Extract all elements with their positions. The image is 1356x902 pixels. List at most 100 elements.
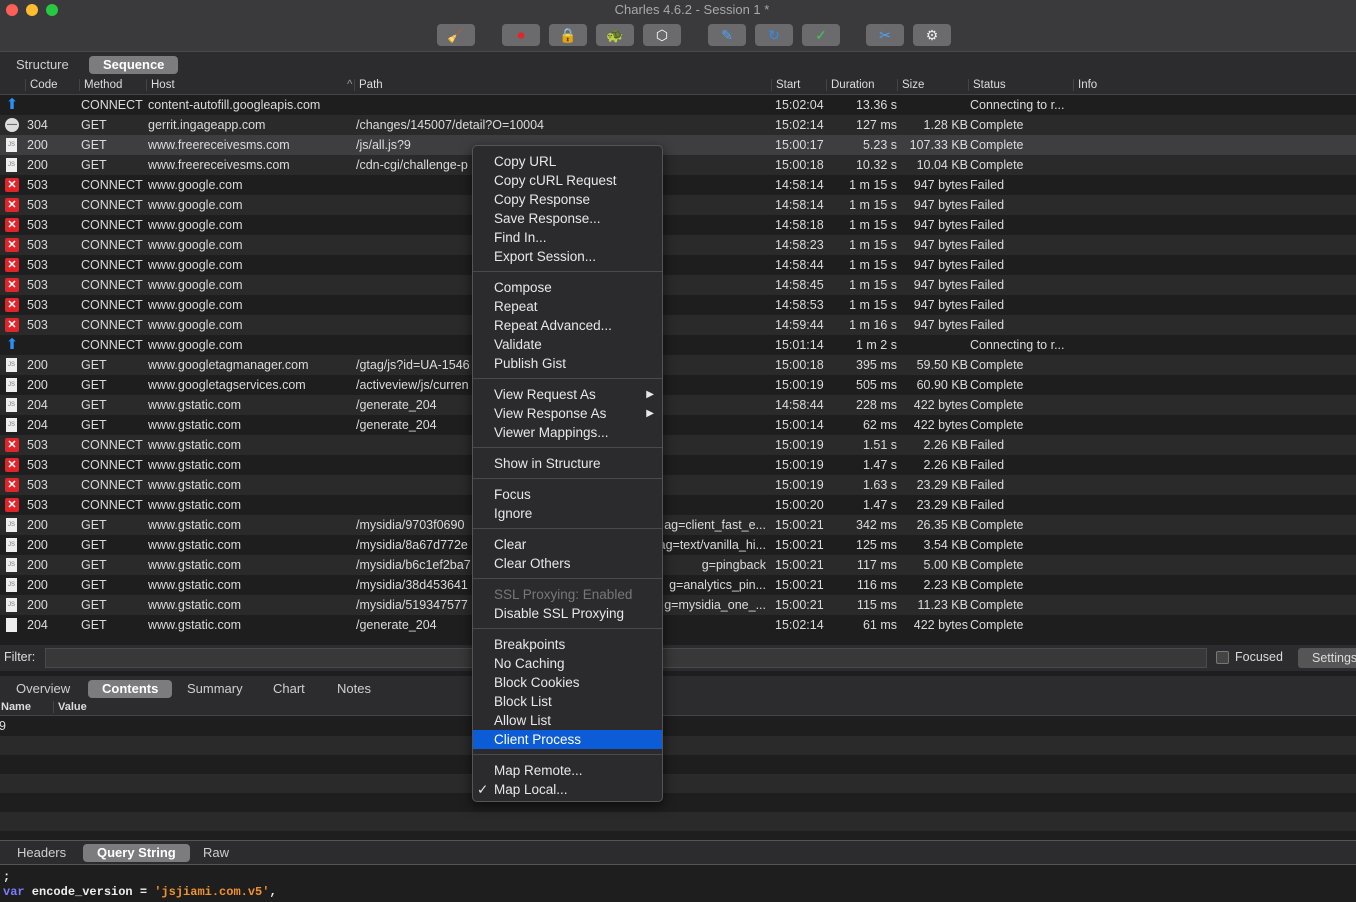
menu-item-client-process[interactable]: Client Process (473, 730, 662, 749)
cell-duration: 117 ms (856, 558, 897, 572)
record-button[interactable]: ⏺ (502, 24, 540, 46)
menu-item-repeat-advanced[interactable]: Repeat Advanced... (473, 316, 662, 335)
table-row[interactable]: JS 200 GET www.googletagservices.com/active… (0, 375, 1356, 395)
menu-item-copy-curl-request[interactable]: Copy cURL Request (473, 171, 662, 190)
menu-item-focus[interactable]: Focus (473, 485, 662, 504)
cell-duration: 1 m 16 s (849, 318, 897, 332)
col-status[interactable]: Status (968, 79, 1006, 91)
tab-summary[interactable]: Summary (173, 680, 257, 698)
table-row[interactable]: ✕ 503 CONNECT www.google.com 14:59:44 1 m 16 … (0, 315, 1356, 335)
menu-item-viewer-mappings[interactable]: Viewer Mappings... (473, 423, 662, 442)
menu-item-ignore[interactable]: Ignore (473, 504, 662, 523)
table-row[interactable]: JS 204 GET www.gstatic.com/generate_204 14:5… (0, 395, 1356, 415)
table-row[interactable]: JS 200 GET www.gstatic.com/mysidia/38d45364… (0, 575, 1356, 595)
menu-item-show-in-structure[interactable]: Show in Structure (473, 454, 662, 473)
js-file-icon: JS (6, 158, 17, 172)
cell-size: 947 bytes (913, 238, 968, 252)
ssl-lock-button[interactable]: 🔒 (549, 24, 587, 46)
col-path[interactable]: Path (354, 79, 383, 91)
table-row[interactable]: ✕ 503 CONNECT www.google.com 14:58:23 1 m 15 … (0, 235, 1356, 255)
settings-button[interactable]: Settings (1298, 648, 1356, 668)
tab-sequence[interactable]: Sequence (89, 56, 179, 74)
table-row[interactable]: JS 204 GET www.gstatic.com/generate_204 15:0… (0, 415, 1356, 435)
menu-item-view-response-as[interactable]: View Response As ▶ (473, 404, 662, 423)
tab-structure[interactable]: Structure (2, 56, 83, 74)
menu-item-breakpoints[interactable]: Breakpoints (473, 635, 662, 654)
menu-item-clear-others[interactable]: Clear Others (473, 554, 662, 573)
table-row[interactable]: ✕ 503 CONNECT www.gstatic.com 15:00:19 1.63 s… (0, 475, 1356, 495)
broom-button[interactable]: 🧹 (437, 24, 475, 46)
table-row[interactable]: ✕ 503 CONNECT www.google.com 14:58:14 1 m 15 … (0, 175, 1356, 195)
table-row[interactable]: JS 200 GET www.freereceivesms.com/js/all.js… (0, 135, 1356, 155)
menu-item-clear[interactable]: Clear (473, 535, 662, 554)
cell-status: Failed (970, 258, 1005, 272)
menu-item-copy-url[interactable]: Copy URL (473, 152, 662, 171)
menu-item-validate[interactable]: Validate (473, 335, 662, 354)
menu-item-find-in[interactable]: Find In... (473, 228, 662, 247)
table-row[interactable]: ⬆ CONNECT content-autofill.googleapis.com 1… (0, 95, 1356, 115)
cell-duration: 1 m 15 s (849, 178, 897, 192)
col-size[interactable]: Size (897, 79, 924, 91)
table-row[interactable]: — 304 GET gerrit.ingageapp.com/changes/1450… (0, 115, 1356, 135)
table-row[interactable]: ⬆ CONNECT www.google.com 15:01:14 1 m 2 s Con… (0, 335, 1356, 355)
col-info[interactable]: Info (1073, 79, 1097, 91)
menu-item-repeat[interactable]: Repeat (473, 297, 662, 316)
table-row[interactable]: JS 200 GET www.gstatic.com/mysidia/51934757… (0, 595, 1356, 615)
menu-item-label: SSL Proxying: Enabled (494, 587, 633, 602)
table-row[interactable]: JS 200 GET www.freereceivesms.com/cdn-cgi/c… (0, 155, 1356, 175)
repeat-button[interactable]: ↻ (755, 24, 793, 46)
table-row[interactable]: ✕ 503 CONNECT www.gstatic.com 15:00:19 1.47 s… (0, 455, 1356, 475)
tab-overview[interactable]: Overview (2, 680, 84, 698)
menu-item-disable-ssl-proxying[interactable]: Disable SSL Proxying (473, 604, 662, 623)
menu-item-block-cookies[interactable]: Block Cookies (473, 673, 662, 692)
tab-chart[interactable]: Chart (259, 680, 319, 698)
col-duration[interactable]: Duration (826, 79, 874, 91)
menu-item-export-session[interactable]: Export Session... (473, 247, 662, 266)
table-row[interactable]: JS 200 GET www.gstatic.com/mysidia/b6c1ef2b… (0, 555, 1356, 575)
compose-pen-icon: ✎ (721, 26, 733, 43)
table-row[interactable]: ✕ 503 CONNECT www.google.com 14:58:53 1 m 15 … (0, 295, 1356, 315)
breakpoint-hexagon-button[interactable]: ⬡ (643, 24, 681, 46)
menu-item-copy-response[interactable]: Copy Response (473, 190, 662, 209)
cell-method: CONNECT (81, 478, 143, 492)
cell-host: www.googletagservices.com (148, 378, 306, 392)
tab-query-string[interactable]: Query String (83, 844, 190, 862)
table-row[interactable]: ✕ 503 CONNECT www.google.com 14:58:18 1 m 15 … (0, 215, 1356, 235)
col-method[interactable]: Method (79, 79, 122, 91)
table-row[interactable]: ✕ 503 CONNECT www.google.com 14:58:45 1 m 15 … (0, 275, 1356, 295)
settings-gear-button[interactable]: ⚙ (913, 24, 951, 46)
tools-button[interactable]: ✂ (866, 24, 904, 46)
throttle-turtle-button[interactable]: 🐢 (596, 24, 634, 46)
menu-item-allow-list[interactable]: Allow List (473, 711, 662, 730)
table-row[interactable]: 204 GET www.gstatic.com/generate_204 15:02:… (0, 615, 1356, 635)
col-code[interactable]: Code (25, 79, 58, 91)
table-row[interactable]: ✕ 503 CONNECT www.gstatic.com 15:00:20 1.47 s… (0, 495, 1356, 515)
menu-item-publish-gist[interactable]: Publish Gist (473, 354, 662, 373)
table-row[interactable]: ✕ 503 CONNECT www.gstatic.com 15:00:19 1.51 s… (0, 435, 1356, 455)
table-row[interactable]: ✕ 503 CONNECT www.google.com 14:58:14 1 m 15 … (0, 195, 1356, 215)
menu-item-map-local[interactable]: ✓ Map Local... (473, 780, 662, 799)
focused-checkbox[interactable] (1216, 651, 1229, 664)
validate-check-button[interactable]: ✓ (802, 24, 840, 46)
tab-notes[interactable]: Notes (323, 680, 385, 698)
compose-pen-button[interactable]: ✎ (708, 24, 746, 46)
menu-item-block-list[interactable]: Block List (473, 692, 662, 711)
cell-status: Failed (970, 178, 1005, 192)
cell-duration: 342 ms (856, 518, 897, 532)
menu-item-view-request-as[interactable]: View Request As ▶ (473, 385, 662, 404)
table-row[interactable]: JS 200 GET www.gstatic.com/mysidia/9703f069… (0, 515, 1356, 535)
menu-item-no-caching[interactable]: No Caching (473, 654, 662, 673)
col-host[interactable]: Host (146, 79, 175, 91)
menu-item-map-remote[interactable]: Map Remote... (473, 761, 662, 780)
tab-headers[interactable]: Headers (3, 844, 80, 862)
table-row[interactable]: JS 200 GET www.googletagmanager.com/gtag/js… (0, 355, 1356, 375)
tab-raw[interactable]: Raw (189, 844, 243, 862)
cell-duration: 505 ms (856, 378, 897, 392)
table-row[interactable]: ✕ 503 CONNECT www.google.com 14:58:44 1 m 15 … (0, 255, 1356, 275)
tab-contents[interactable]: Contents (88, 680, 173, 698)
col-start[interactable]: Start (771, 79, 800, 91)
cell-method: GET (81, 578, 107, 592)
menu-item-save-response[interactable]: Save Response... (473, 209, 662, 228)
table-row[interactable]: JS 200 GET www.gstatic.com/mysidia/8a67d772… (0, 535, 1356, 555)
menu-item-compose[interactable]: Compose (473, 278, 662, 297)
